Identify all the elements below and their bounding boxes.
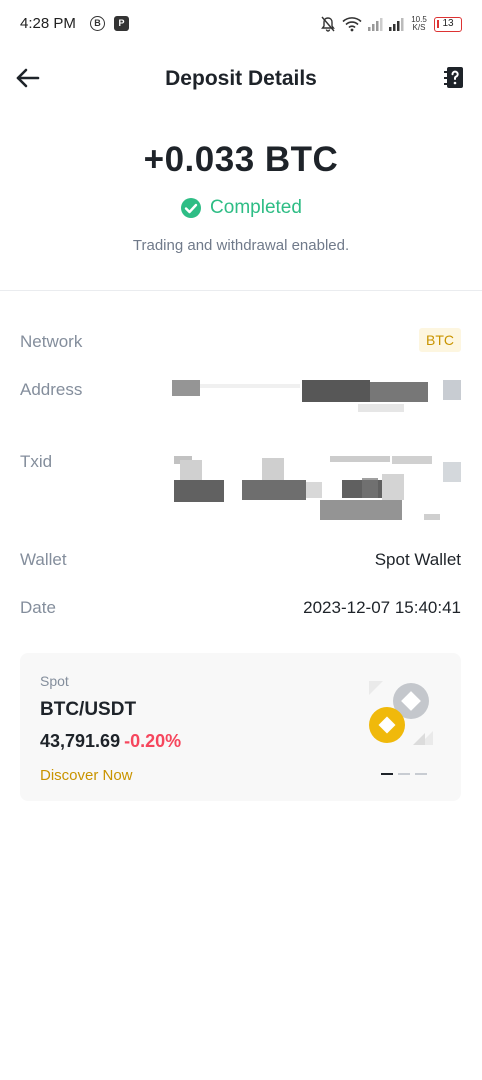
pager-dot [381, 773, 393, 775]
address-label: Address [20, 380, 83, 399]
divider [0, 290, 482, 291]
date-label: Date [20, 598, 56, 617]
network-badge: BTC [419, 328, 461, 352]
wifi-icon [342, 17, 362, 32]
promo-label: Spot [40, 673, 69, 689]
notification-app-icon: P [114, 16, 129, 31]
bell-muted-icon [321, 16, 335, 32]
check-circle-icon [181, 198, 202, 218]
page-title: Deposit Details [165, 67, 317, 90]
signal-icon [368, 18, 383, 31]
promo-price-line: 43,791.69 -0.20% [40, 731, 181, 752]
signal-icon [389, 18, 404, 31]
status-label: Completed [210, 197, 302, 218]
wallet-label: Wallet [20, 550, 67, 569]
network-speed-unit: K/S [412, 23, 426, 32]
deposit-status: Completed [0, 197, 482, 219]
header: Deposit Details [0, 56, 482, 104]
promo-change: -0.20% [124, 731, 182, 751]
status-note: Trading and withdrawal enabled. [132, 237, 350, 254]
notification-app-icon: B [90, 16, 105, 31]
network-label: Network [20, 332, 83, 351]
help-document-icon[interactable] [444, 66, 466, 90]
pager-dot [415, 773, 427, 775]
pager-dot [398, 773, 410, 775]
wallet-value: Spot Wallet [374, 550, 461, 569]
coin-illustration-icon [369, 681, 433, 745]
copy-address-icon[interactable] [443, 380, 461, 400]
deposit-amount: +0.033 BTC [143, 140, 339, 179]
status-time: 4:28 PM [20, 15, 76, 32]
status-bar: 4:28 PM B P 10.5 K/S 13 [0, 0, 482, 48]
date-value: 2023-12-07 15:40:41 [303, 598, 461, 617]
network-speed: 10.5 K/S [409, 16, 429, 32]
battery-indicator: 13 [434, 16, 462, 32]
spot-promo-card[interactable]: Spot BTC/USDT 43,791.69 -0.20% Discover N… [20, 653, 461, 801]
status-indicators: 10.5 K/S 13 [319, 13, 462, 35]
copy-txid-icon[interactable] [443, 462, 461, 482]
carousel-pager [381, 773, 427, 775]
promo-price: 43,791.69 [40, 731, 121, 751]
discover-now-link[interactable]: Discover Now [40, 767, 133, 784]
help-button[interactable] [444, 66, 466, 90]
promo-pair: BTC/USDT [40, 699, 137, 720]
txid-label: Txid [20, 452, 53, 471]
